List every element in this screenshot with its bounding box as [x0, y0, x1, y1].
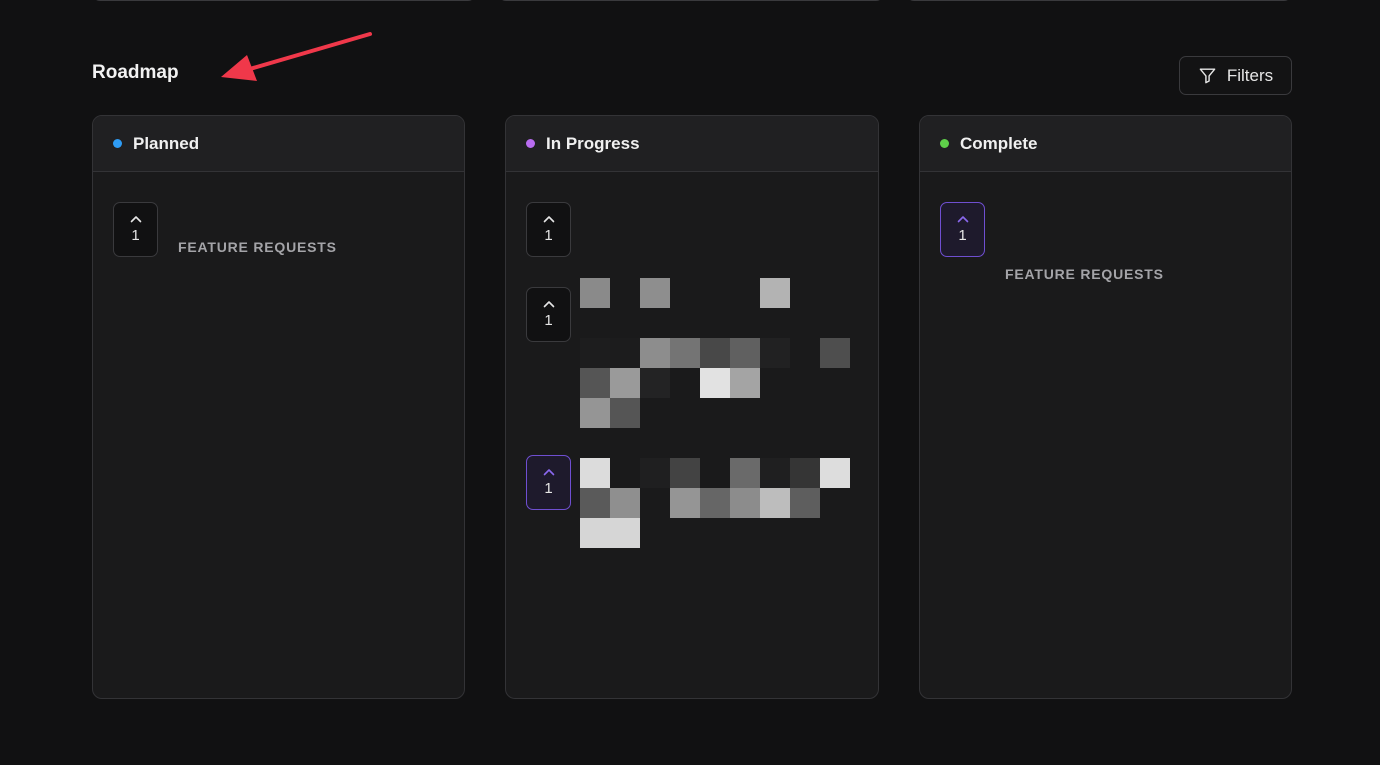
vote-count: 1: [544, 227, 553, 244]
filter-icon: [1199, 68, 1216, 84]
upvote-button[interactable]: 1: [940, 202, 985, 257]
chevron-up-icon: [130, 216, 141, 223]
filters-label: Filters: [1226, 65, 1274, 85]
column-title: Planned: [133, 133, 200, 153]
vote-count: 1: [544, 480, 553, 497]
status-dot-planned: [113, 139, 122, 148]
page-title: Roadmap: [92, 62, 179, 83]
column-header-planned: Planned: [93, 116, 464, 172]
upvote-button[interactable]: 1: [526, 287, 571, 342]
vote-count: 1: [544, 312, 553, 329]
vote-count: 1: [131, 227, 140, 244]
category-label: FEATURE REQUESTS: [1005, 266, 1164, 282]
redacted-item-title: [580, 278, 850, 428]
column-complete: Complete 1 FEATURE REQUESTS: [919, 115, 1292, 699]
column-header-complete: Complete: [920, 116, 1291, 172]
category-label: FEATURE REQUESTS: [178, 239, 337, 255]
previous-section-card-2: [498, 0, 884, 1]
previous-section-card-3: [906, 0, 1292, 1]
column-title: Complete: [960, 133, 1038, 153]
status-dot-complete: [940, 139, 949, 148]
filters-button[interactable]: Filters: [1179, 56, 1292, 95]
annotation-arrow-icon: [221, 32, 372, 81]
chevron-up-icon: [543, 301, 554, 308]
previous-section-card-1: [92, 0, 476, 1]
column-title: In Progress: [546, 133, 640, 153]
chevron-up-icon: [957, 216, 968, 223]
status-dot-in-progress: [526, 139, 535, 148]
upvote-button[interactable]: 1: [113, 202, 158, 257]
column-header-in-progress: In Progress: [506, 116, 878, 172]
chevron-up-icon: [543, 469, 554, 476]
vote-count: 1: [958, 227, 967, 244]
redacted-item-title: [580, 458, 850, 548]
column-planned: Planned 1 FEATURE REQUESTS: [92, 115, 465, 699]
chevron-up-icon: [543, 216, 554, 223]
upvote-button[interactable]: 1: [526, 455, 571, 510]
column-in-progress: In Progress 1 1 1: [505, 115, 879, 699]
upvote-button[interactable]: 1: [526, 202, 571, 257]
